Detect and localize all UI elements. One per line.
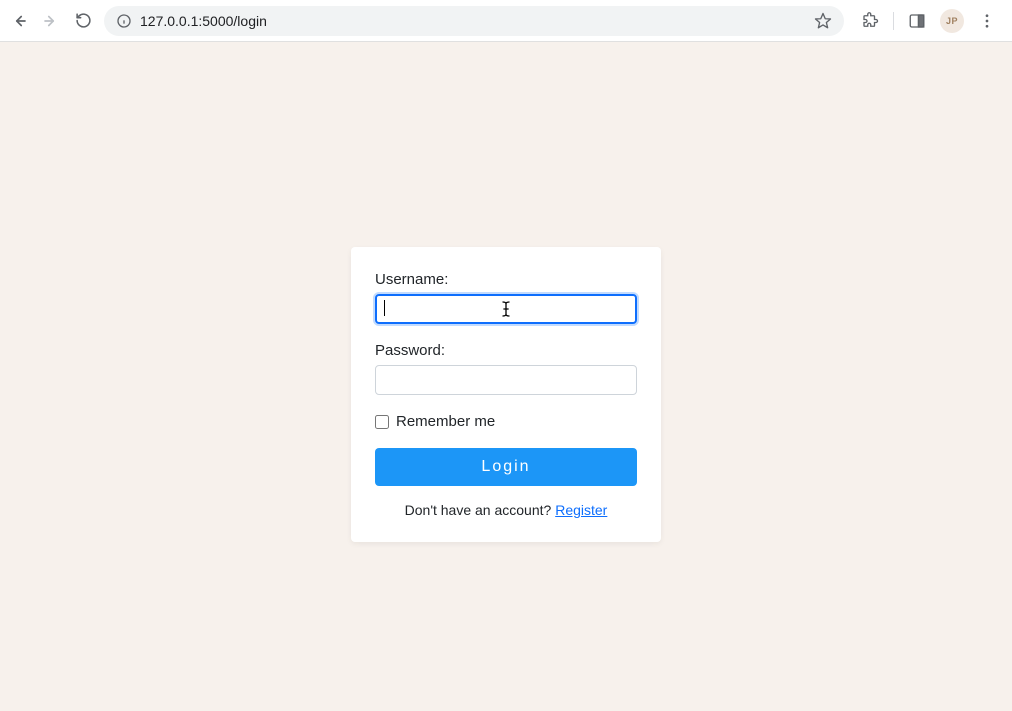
chrome-right-icons: JP	[861, 9, 1002, 33]
password-input[interactable]	[375, 365, 637, 395]
register-link[interactable]: Register	[555, 502, 607, 518]
username-group: Username:	[375, 271, 637, 324]
ibeam-cursor-icon	[499, 300, 513, 318]
forward-button[interactable]	[42, 12, 60, 30]
address-bar[interactable]: 127.0.0.1:5000/login	[104, 6, 844, 36]
register-prompt: Don't have an account? Register	[375, 502, 637, 518]
extensions-icon[interactable]	[861, 12, 879, 30]
browser-chrome: 127.0.0.1:5000/login JP	[0, 0, 1012, 42]
bookmark-star-icon[interactable]	[814, 12, 832, 30]
remember-me-group: Remember me	[375, 413, 637, 430]
url-text: 127.0.0.1:5000/login	[140, 13, 806, 29]
password-label: Password:	[375, 342, 637, 359]
remember-me-label: Remember me	[396, 413, 495, 430]
username-input[interactable]	[375, 294, 637, 324]
nav-icons	[10, 12, 92, 30]
register-prompt-text: Don't have an account?	[405, 502, 556, 518]
profile-avatar[interactable]: JP	[940, 9, 964, 33]
menu-icon[interactable]	[978, 12, 996, 30]
text-caret	[384, 300, 385, 316]
side-panel-icon[interactable]	[908, 12, 926, 30]
separator	[893, 12, 894, 30]
login-card: Username: Password: Remember me Login Do…	[351, 247, 661, 542]
reload-button[interactable]	[74, 12, 92, 30]
username-label: Username:	[375, 271, 637, 288]
password-group: Password:	[375, 342, 637, 395]
back-button[interactable]	[10, 12, 28, 30]
login-button[interactable]: Login	[375, 448, 637, 486]
site-info-icon[interactable]	[116, 13, 132, 29]
page-content: Username: Password: Remember me Login Do…	[0, 42, 1012, 542]
remember-me-checkbox[interactable]	[375, 415, 389, 429]
